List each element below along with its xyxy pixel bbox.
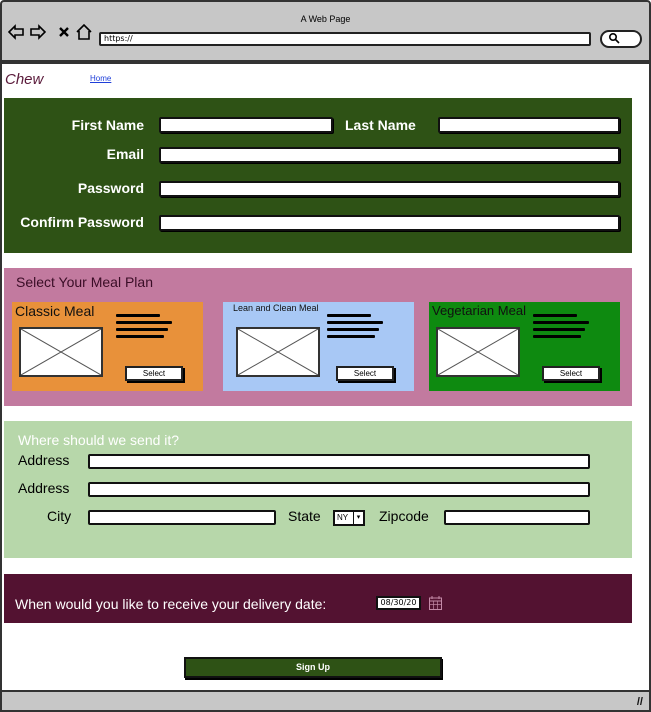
home-link[interactable]: Home [90, 74, 111, 83]
meal-description-scribble [116, 314, 174, 342]
city-label: City [47, 508, 72, 524]
meal-description-scribble [533, 314, 591, 342]
password-label: Password [77, 180, 144, 196]
close-icon[interactable] [58, 24, 70, 45]
viewport-border-left [0, 60, 2, 690]
window-title: A Web Page [300, 14, 351, 24]
delivery-date-input[interactable]: 08/30/20 [376, 596, 421, 610]
back-arrow-icon[interactable] [7, 24, 24, 45]
search-icon [608, 32, 620, 49]
meal-image-placeholder [19, 327, 103, 377]
zipcode-input[interactable] [444, 510, 590, 525]
address-line-2-label: Address [18, 480, 70, 496]
address-panel-title: Where should we send it? [18, 432, 180, 448]
browser-chrome: A Web Page https:// [0, 0, 651, 64]
forward-arrow-icon[interactable] [30, 24, 47, 45]
last-name-input[interactable] [438, 117, 620, 133]
confirm-password-input[interactable] [159, 215, 620, 231]
state-label: State [288, 508, 321, 524]
last-name-label: Last Name [345, 117, 416, 133]
email-input[interactable] [159, 147, 620, 163]
meal-card-name: Classic Meal [15, 303, 95, 319]
search-button[interactable] [600, 30, 642, 48]
calendar-icon[interactable] [429, 596, 442, 610]
account-form-panel: First Name Last Name Email Password Conf… [4, 98, 632, 253]
meal-plan-panel: Select Your Meal Plan Classic Meal Selec… [4, 268, 632, 406]
resize-grip-icon[interactable]: // [637, 696, 643, 708]
meal-plan-title: Select Your Meal Plan [16, 274, 153, 290]
select-vegetarian-button[interactable]: Select [542, 366, 600, 381]
meal-card-name: Lean and Clean Meal [233, 303, 319, 313]
home-icon[interactable] [76, 23, 92, 45]
brand-logo[interactable]: Chew [5, 71, 43, 88]
state-select[interactable]: NY ▾ [333, 510, 365, 526]
chrome-divider [2, 60, 649, 62]
chevron-down-icon: ▾ [353, 512, 363, 524]
address-line-1-input[interactable] [88, 454, 590, 469]
delivery-date-question: When would you like to receive your deli… [15, 596, 327, 612]
address-line-2-input[interactable] [88, 482, 590, 497]
first-name-label: First Name [71, 117, 144, 133]
address-bar[interactable]: https:// [99, 32, 591, 46]
meal-card-classic[interactable]: Classic Meal Select [12, 302, 203, 391]
browser-status-bar: // [0, 690, 651, 712]
state-value: NY [337, 513, 349, 522]
meal-card-lean-and-clean[interactable]: Lean and Clean Meal Select [223, 302, 414, 391]
meal-card-vegetarian[interactable]: Vegetarian Meal Select [429, 302, 620, 391]
password-input[interactable] [159, 181, 620, 197]
meal-image-placeholder [236, 327, 320, 377]
address-panel: Where should we send it? Address Address… [4, 421, 632, 558]
email-label: Email [106, 146, 144, 162]
select-lean-and-clean-button[interactable]: Select [336, 366, 394, 381]
meal-image-placeholder [436, 327, 520, 377]
city-input[interactable] [88, 510, 276, 525]
address-line-1-label: Address [18, 452, 70, 468]
zipcode-label: Zipcode [379, 508, 429, 524]
confirm-password-label: Confirm Password [20, 214, 144, 230]
sign-up-button[interactable]: Sign Up [184, 657, 442, 678]
first-name-input[interactable] [159, 117, 333, 133]
meal-description-scribble [327, 314, 385, 342]
select-classic-button[interactable]: Select [125, 366, 183, 381]
delivery-date-panel: When would you like to receive your deli… [4, 574, 632, 623]
meal-card-name: Vegetarian Meal [432, 303, 526, 318]
